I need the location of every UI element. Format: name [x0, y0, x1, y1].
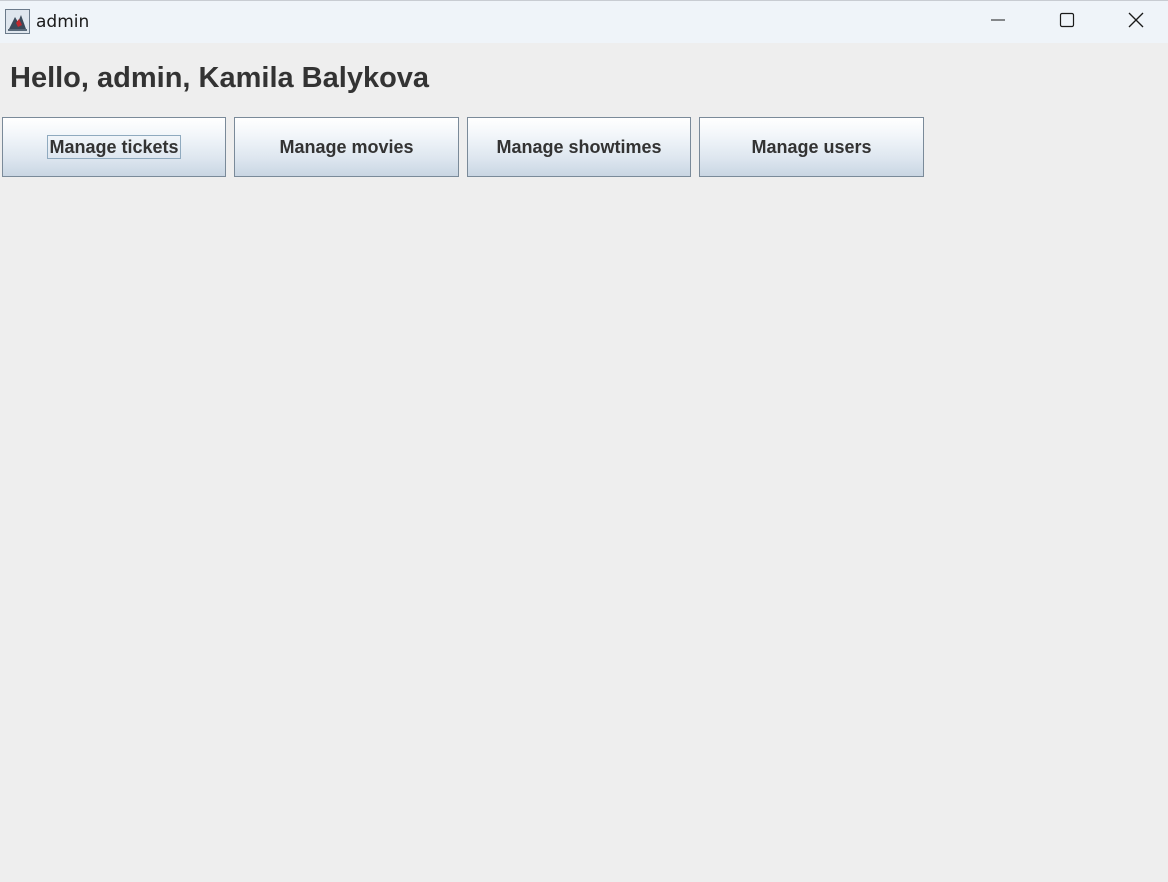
manage-tickets-button[interactable]: Manage tickets [2, 117, 226, 177]
close-button[interactable] [1104, 1, 1168, 43]
manage-showtimes-button[interactable]: Manage showtimes [467, 117, 691, 177]
manage-movies-button[interactable]: Manage movies [234, 117, 459, 177]
minimize-icon [990, 12, 1006, 33]
manage-tickets-label: Manage tickets [47, 135, 181, 159]
title-bar[interactable]: admin [0, 0, 1168, 43]
minimize-button[interactable] [964, 1, 1032, 43]
manage-showtimes-label: Manage showtimes [496, 137, 662, 157]
window-title: admin [36, 12, 90, 32]
app-window: admin Hello, admin, Kamila Balykova Mana… [0, 0, 1168, 882]
manage-users-button[interactable]: Manage users [699, 117, 924, 177]
greeting-heading: Hello, admin, Kamila Balykova [10, 62, 430, 94]
maximize-button[interactable] [1033, 1, 1101, 43]
manage-users-label: Manage users [751, 137, 872, 157]
close-icon [1127, 11, 1145, 34]
manage-movies-label: Manage movies [279, 137, 414, 157]
java-app-icon[interactable] [5, 9, 30, 34]
maximize-icon [1059, 12, 1075, 33]
